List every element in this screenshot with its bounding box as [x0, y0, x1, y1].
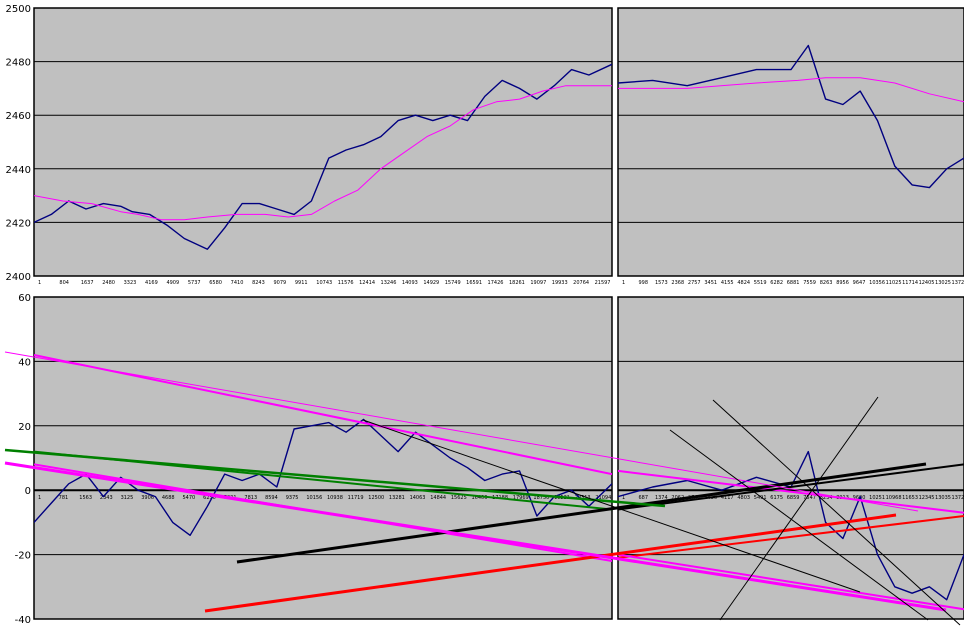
y-tick-label: 2460	[6, 111, 31, 122]
x-tick-label: 3451	[704, 280, 717, 286]
plot-area	[617, 296, 964, 620]
y-tick-label: -40	[15, 615, 31, 626]
x-tick-label: 6175	[770, 495, 783, 501]
x-tick-label: 6580	[209, 280, 222, 286]
y-tick-label: 2400	[6, 272, 31, 283]
x-tick-label: 7559	[803, 280, 816, 286]
x-tick-label: 9647	[853, 280, 866, 286]
x-tick-label: 4909	[166, 280, 179, 286]
x-tick-label: 5519	[754, 280, 767, 286]
x-tick-label: 10356	[869, 280, 885, 286]
x-tick-label: 12405	[919, 280, 935, 286]
x-tick-label: 8956	[836, 280, 849, 286]
y-tick-label: 0	[25, 486, 31, 497]
x-tick-label: 13721	[952, 495, 964, 501]
x-tick-label: 687	[638, 495, 648, 501]
y-tick-label: 60	[18, 293, 31, 304]
x-tick-label: 10251	[869, 495, 885, 501]
plot-area	[617, 7, 964, 277]
x-tick-label: 1573	[655, 280, 668, 286]
x-tick-label: 804	[59, 280, 69, 286]
x-tick-label: 13035	[935, 495, 951, 501]
x-tick-label: 2480	[102, 280, 115, 286]
x-tick-label: 1	[622, 495, 625, 501]
x-tick-label: 15749	[445, 280, 461, 286]
x-tick-label: 12500	[368, 495, 384, 501]
x-tick-label: 2368	[671, 280, 684, 286]
x-tick-label: 9375	[286, 495, 299, 501]
x-tick-label: 12414	[359, 280, 375, 286]
x-tick-label: 2343	[100, 495, 113, 501]
x-tick-label: 13726	[952, 280, 964, 286]
x-tick-label: 13025	[935, 280, 951, 286]
y-tick-label: -20	[15, 551, 31, 562]
x-tick-label: 12345	[919, 495, 935, 501]
x-tick-label: 4688	[162, 495, 175, 501]
x-tick-label: 6881	[787, 280, 800, 286]
x-tick-label: 1563	[79, 495, 92, 501]
x-tick-label: 9079	[273, 280, 286, 286]
x-tick-label: 1	[38, 280, 41, 286]
plot-area	[33, 7, 613, 277]
x-tick-label: 21597	[595, 280, 611, 286]
x-tick-label: 16591	[466, 280, 482, 286]
x-tick-label: 4824	[737, 280, 750, 286]
panel-bottom-right: 1687137420622749343641174803549161756859…	[617, 296, 964, 620]
x-tick-label: 4155	[721, 280, 734, 286]
x-tick-label: 10156	[306, 495, 322, 501]
y-tick-label: 2420	[6, 218, 31, 229]
x-tick-label: 18261	[509, 280, 525, 286]
x-tick-label: 19097	[530, 280, 546, 286]
x-tick-label: 14093	[402, 280, 418, 286]
panels: 2500 2480 2460 2440 2420 2400 1 804 1637 2480 3323…	[0, 0, 964, 628]
x-tick-label: 14844	[430, 495, 446, 501]
plot-area	[33, 296, 613, 620]
x-tick-label: 6859	[787, 495, 800, 501]
x-tick-label: 1637	[81, 280, 94, 286]
x-tick-label: 4803	[737, 495, 750, 501]
x-tick-label: 19933	[552, 280, 568, 286]
x-tick-label: 11719	[348, 495, 364, 501]
x-tick-label: 7410	[231, 280, 244, 286]
x-tick-label: 2757	[688, 280, 701, 286]
x-tick-label: 14929	[423, 280, 439, 286]
y-tick-label: 2500	[6, 4, 31, 15]
x-tick-label: 8263	[820, 280, 833, 286]
x-tick-label: 11653	[902, 495, 918, 501]
chart-canvas: 2500 2480 2460 2440 2420 2400 1 804 1637 2480 3323…	[0, 0, 964, 628]
x-tick-label: 17426	[488, 280, 504, 286]
x-tick-label: 1	[622, 280, 625, 286]
x-tick-label: 998	[638, 280, 648, 286]
x-tick-label: 14063	[410, 495, 426, 501]
x-tick-label: 8594	[265, 495, 278, 501]
x-tick-label: 15625	[451, 495, 467, 501]
x-tick-label: 3125	[121, 495, 134, 501]
x-tick-label: 10743	[316, 280, 332, 286]
panel-top-right: 1 998 1573 2368 2757 3451 4155 4824 5519 6282 6881…	[617, 7, 964, 286]
chart-window: 2500 2480 2460 2440 2420 2400 1 804 1637 2480 3323…	[0, 0, 964, 628]
x-tick-label: 4169	[145, 280, 158, 286]
x-tick-label: 11714	[902, 280, 918, 286]
y-tick-label: 20	[18, 422, 31, 433]
x-tick-label: 5470	[183, 495, 196, 501]
panel-separator	[612, 0, 618, 628]
y-tick-label: 2440	[6, 165, 31, 176]
x-tick-label: 11576	[338, 280, 354, 286]
x-tick-label: 13281	[389, 495, 405, 501]
panel-top-left: 2500 2480 2460 2440 2420 2400 1 804 1637 2480 3323…	[6, 4, 613, 286]
x-tick-label: 10968	[886, 495, 902, 501]
x-tick-label: 781	[59, 495, 69, 501]
x-tick-label: 13246	[381, 280, 397, 286]
x-tick-label: 9911	[295, 280, 308, 286]
x-tick-label: 20764	[573, 280, 589, 286]
y-tick-label: 2480	[6, 58, 31, 69]
x-tick-label: 5737	[188, 280, 201, 286]
x-tick-label: 8243	[252, 280, 265, 286]
x-tick-label: 10938	[327, 495, 343, 501]
x-tick-label: 3323	[124, 280, 137, 286]
x-tick-label: 6282	[770, 280, 783, 286]
x-tick-label: 1	[38, 495, 41, 501]
y-tick-label: 40	[18, 357, 31, 368]
x-tick-label: 11025	[886, 280, 902, 286]
